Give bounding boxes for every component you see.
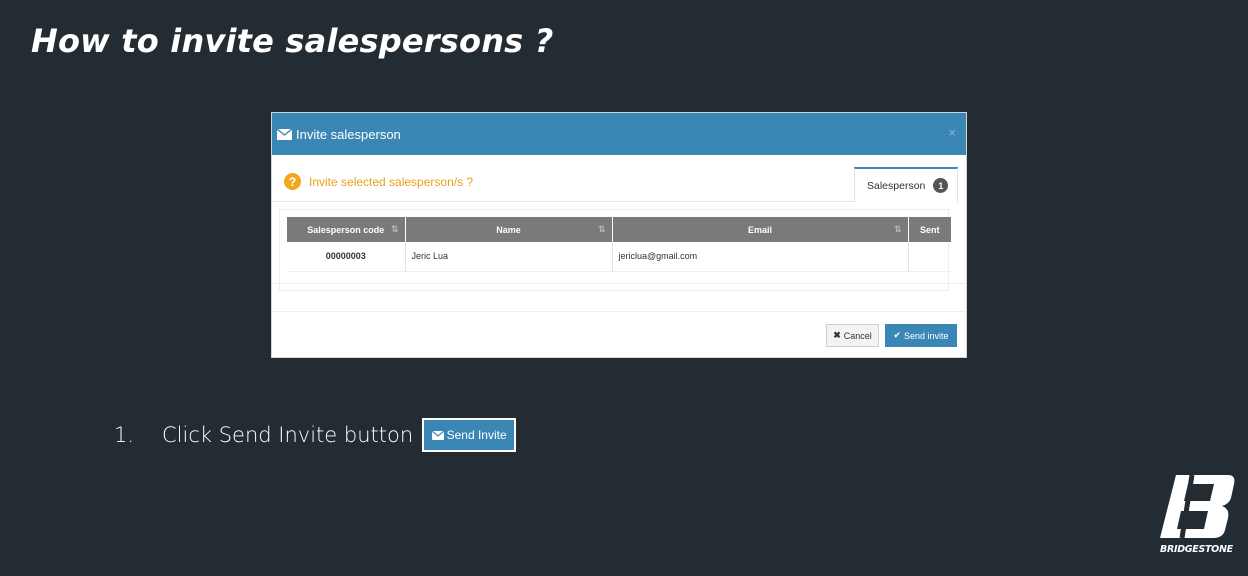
- slide-title: How to invite salespersons ?: [31, 22, 554, 60]
- cell-email: jericlua@gmail.com: [612, 242, 909, 272]
- close-icon[interactable]: ×: [948, 125, 956, 140]
- modal-header: Invite salesperson ×: [272, 113, 966, 155]
- footer-divider: [272, 311, 966, 312]
- confirm-question: ? Invite selected salesperson/s ?: [284, 173, 473, 190]
- question-circle-icon: ?: [284, 173, 301, 190]
- cell-name: Jeric Lua: [405, 242, 613, 272]
- tab-label: Salesperson: [867, 179, 926, 192]
- instruction-step: 1. Click Send Invite button Send Invite: [114, 418, 517, 452]
- column-header-email[interactable]: Email ⇅: [612, 217, 909, 242]
- salesperson-table: Salesperson code ⇅ Name ⇅ Email ⇅ Sent 0000…: [287, 217, 951, 272]
- tab-salesperson[interactable]: Salesperson 1: [854, 167, 958, 202]
- check-icon: ✔: [893, 330, 901, 340]
- sort-icon: ⇅: [390, 224, 399, 234]
- count-badge: 1: [933, 178, 949, 193]
- send-invite-button[interactable]: ✔ Send invite: [885, 324, 957, 347]
- times-icon: ✖: [833, 330, 841, 340]
- column-header-name[interactable]: Name ⇅: [405, 217, 613, 242]
- sort-icon: ⇅: [597, 224, 606, 234]
- invite-salesperson-modal: Invite salesperson × ? Invite selected s…: [271, 112, 967, 358]
- brand-name: BRIDGESTONE: [1160, 544, 1233, 555]
- column-header-sent[interactable]: Sent: [908, 217, 951, 242]
- table-row[interactable]: 00000003 Jeric Lua jericlua@gmail.com: [287, 242, 951, 272]
- step-text: Click Send Invite button: [162, 423, 414, 447]
- sort-icon: ⇅: [893, 224, 902, 234]
- cell-sent: [908, 242, 951, 272]
- table-container: Salesperson code ⇅ Name ⇅ Email ⇅ Sent 0000…: [279, 209, 951, 291]
- step-number: 1.: [114, 423, 135, 447]
- body-divider: [272, 283, 966, 284]
- cancel-button[interactable]: ✖ Cancel: [826, 324, 879, 347]
- send-invite-button-illustration: Send Invite: [422, 418, 517, 452]
- question-text: Invite selected salesperson/s ?: [309, 174, 474, 189]
- modal-title: Invite salesperson: [296, 126, 401, 142]
- cell-code: 00000003: [287, 242, 406, 272]
- envelope-icon: [431, 430, 444, 440]
- envelope-icon: [277, 128, 292, 140]
- column-header-code[interactable]: Salesperson code ⇅: [287, 217, 406, 242]
